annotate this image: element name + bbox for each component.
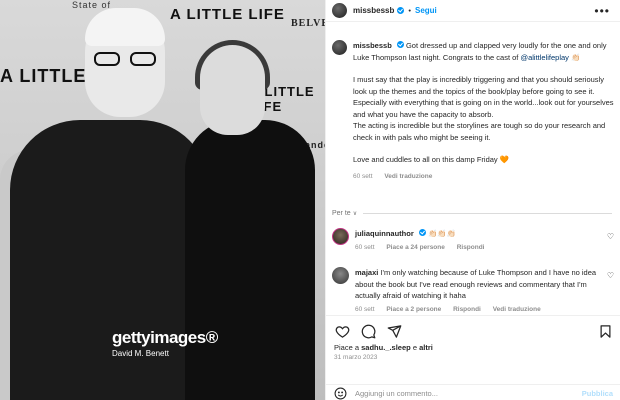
comment-meta: 60 sett Piace a 24 persone Rispondi xyxy=(355,242,598,254)
likes-others-link[interactable]: altri xyxy=(419,343,433,352)
avatar[interactable] xyxy=(332,3,347,18)
clap-emoji: 👏🏻 xyxy=(571,52,581,62)
likes-summary: Piace a sadhu._.sleep e altri xyxy=(326,340,620,353)
photo-banner-text: A LITTLE LIFE xyxy=(170,6,285,23)
photo-banner-text: State of xyxy=(72,0,112,10)
person-left-hair xyxy=(85,8,165,46)
likes-connector: e xyxy=(412,343,417,352)
emoji-icon[interactable] xyxy=(334,387,347,400)
avatar[interactable] xyxy=(332,40,347,55)
post-viewer: State of A LITTLE LIFE BELVEDERE A LITTL… xyxy=(0,0,620,400)
post-caption: missbessb Got dressed up and clapped ver… xyxy=(332,40,614,182)
photo-banner-text: BELVEDERE xyxy=(291,18,325,29)
translate-link[interactable]: Vedi traduzione xyxy=(384,173,432,180)
reply-button[interactable]: Rispondi xyxy=(453,306,481,313)
caption-paragraph: The acting is incredible but the storyli… xyxy=(353,121,606,142)
filter-label: Per te xyxy=(332,210,351,217)
comment-item: majaxi I'm only watching because of Luke… xyxy=(332,267,614,315)
publish-button[interactable]: Pubblica xyxy=(582,389,613,398)
follow-button[interactable]: Segui xyxy=(415,6,437,15)
likes-prefix: Piace a xyxy=(334,343,360,352)
comment-item: juliaquinnauthor 👏🏻👏🏻👏🏻 60 sett Piace a … xyxy=(332,228,614,253)
caption-paragraph: I must say that the play is incredibly t… xyxy=(353,75,614,119)
person-right-head xyxy=(200,45,265,135)
caption-paragraph: Love and cuddles to all on this damp Fri… xyxy=(353,154,614,166)
photo-banner-text: A LITTLE xyxy=(0,66,87,86)
translate-link[interactable]: Vedi traduzione xyxy=(493,306,541,313)
post-date: 31 marzo 2023 xyxy=(334,354,378,361)
person-right-body xyxy=(185,120,315,400)
watermark-logo: gettyimages® xyxy=(112,328,218,347)
comments-filter[interactable]: Per te ∨ xyxy=(332,210,612,217)
glasses xyxy=(92,52,162,66)
comment-time: 60 sett xyxy=(355,243,375,251)
more-options-icon[interactable]: ••• xyxy=(594,5,610,17)
verified-badge-icon xyxy=(397,7,405,14)
share-icon[interactable] xyxy=(386,323,402,339)
action-icons xyxy=(326,316,620,340)
comment-text: 👏🏻👏🏻👏🏻 xyxy=(427,229,456,238)
orange-heart-emoji: 🧡 xyxy=(499,155,510,164)
caption-text: Got dressed up and clapped very loudly f… xyxy=(353,41,607,62)
comment-likes-link[interactable]: Piace a 24 persone xyxy=(386,244,445,251)
caption-time: 60 sett xyxy=(353,172,373,180)
avatar[interactable] xyxy=(332,228,349,245)
post-header: missbessb • Segui ••• xyxy=(326,0,620,22)
caption-username[interactable]: missbessb xyxy=(353,41,392,50)
getty-watermark: gettyimages® David M. Benett xyxy=(112,328,218,358)
comment-input[interactable] xyxy=(355,389,555,398)
verified-badge-icon xyxy=(418,229,426,236)
watermark-credit: David M. Benett xyxy=(112,349,169,358)
verified-badge-icon xyxy=(396,41,404,48)
avatar[interactable] xyxy=(332,267,349,284)
comment-username[interactable]: juliaquinnauthor xyxy=(355,229,414,238)
post-photo[interactable]: State of A LITTLE LIFE BELVEDERE A LITTL… xyxy=(0,0,325,400)
caption-meta: 60 sett Vedi traduzione xyxy=(353,171,614,183)
comment-meta: 60 sett Piace a 2 persone Rispondi Vedi … xyxy=(355,304,598,316)
comment-text: I'm only watching because of Luke Thomps… xyxy=(355,268,597,300)
heart-icon[interactable] xyxy=(334,323,350,339)
add-comment-bar: Pubblica xyxy=(326,384,620,400)
comment-like-heart-icon[interactable]: ♡ xyxy=(607,232,614,241)
comment-like-heart-icon[interactable]: ♡ xyxy=(607,271,614,280)
post-side-panel: missbessb • Segui ••• missbessb Got dres… xyxy=(325,0,620,400)
comment-time: 60 sett xyxy=(355,305,375,313)
comment-likes-link[interactable]: Piace a 2 persone xyxy=(386,306,441,313)
comment-icon[interactable] xyxy=(360,323,376,339)
person-left-body xyxy=(10,120,210,400)
mention-link[interactable]: @alittlelifeplay xyxy=(520,53,568,62)
caption-text: Love and cuddles to all on this damp Fri… xyxy=(353,155,498,164)
separator-dot: • xyxy=(408,6,411,15)
post-actions: Piace a sadhu._.sleep e altri 31 marzo 2… xyxy=(326,315,620,400)
author-username[interactable]: missbessb xyxy=(353,6,394,15)
bookmark-icon[interactable] xyxy=(597,323,613,339)
chevron-down-icon: ∨ xyxy=(352,211,358,217)
caption-first-paragraph: missbessb Got dressed up and clapped ver… xyxy=(353,40,614,63)
comment-username[interactable]: majaxi xyxy=(355,268,378,277)
likes-user-link[interactable]: sadhu._.sleep xyxy=(361,343,411,352)
reply-button[interactable]: Rispondi xyxy=(457,244,485,251)
